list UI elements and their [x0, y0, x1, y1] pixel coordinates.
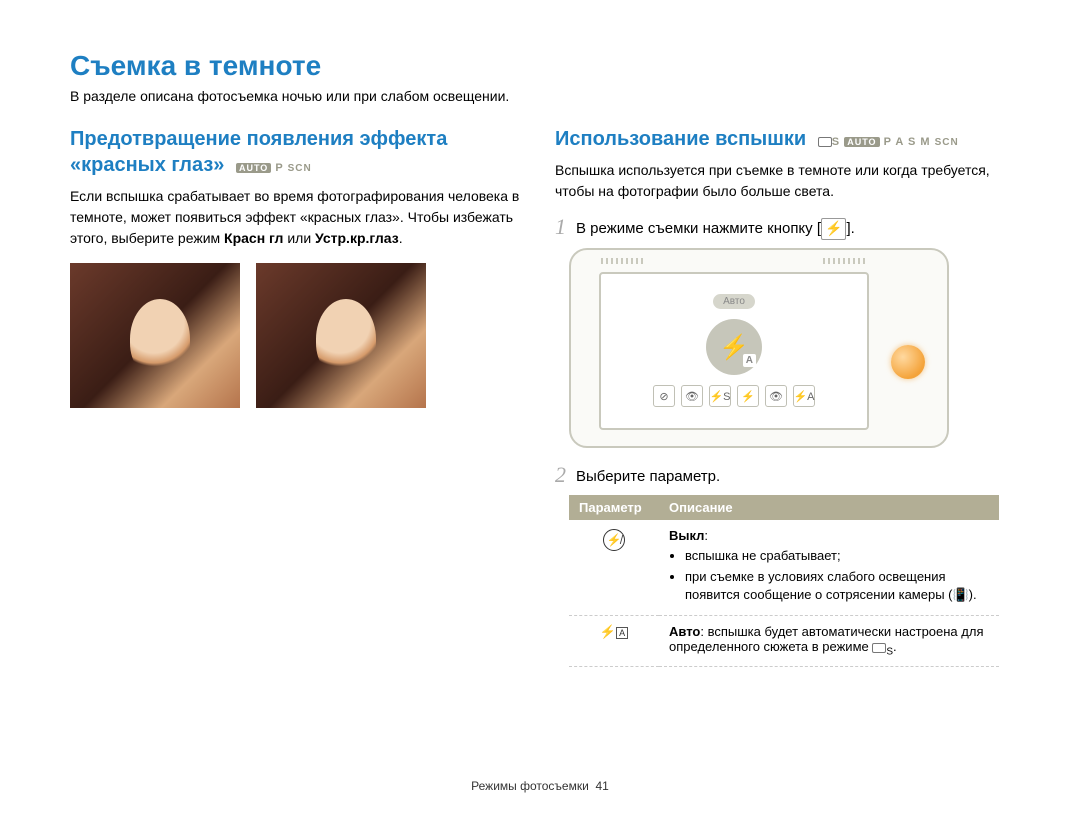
smart-mode-icon	[872, 643, 886, 653]
flash-button-icon: ⚡	[821, 218, 846, 240]
footer-page-number: 41	[595, 779, 608, 793]
flash-heading: Использование вспышки S AUTO P A S M SCN	[555, 126, 1010, 152]
flash-opt-redeye-icon: 👁	[681, 385, 703, 407]
param-auto-suffix: S	[886, 647, 893, 658]
param-auto-desc: Авто: вспышка будет автоматически настро…	[659, 616, 999, 667]
redeye-heading: Предотвращение появления эффекта «красны…	[70, 126, 525, 178]
photo-redeye-after	[256, 263, 426, 408]
table-row: ⚡A Авто: вспышка будет автоматически нас…	[569, 616, 999, 667]
flash-opt-off-icon: ⊘	[653, 385, 675, 407]
step-1-text-a: В режиме съемки нажмите кнопку [	[576, 220, 821, 237]
flash-heading-text: Использование вспышки	[555, 128, 806, 150]
left-column: Предотвращение появления эффекта «красны…	[70, 126, 525, 667]
nav-pad-highlight	[891, 345, 925, 379]
step-2-number: 2	[555, 464, 566, 486]
redeye-mode-2: Устр.кр.глаз	[315, 230, 399, 246]
th-param: Параметр	[569, 495, 659, 520]
param-off-bullet-2: при съемке в условиях слабого освещения …	[685, 568, 989, 603]
param-off-title: Выкл	[669, 528, 704, 543]
step-1-text-b: ].	[846, 220, 854, 237]
flash-intro: Вспышка используется при съемке в темнот…	[555, 160, 1010, 202]
step-1-text: В режиме съемки нажмите кнопку [⚡].	[576, 216, 855, 240]
page-subtitle: В разделе описана фотосъемка ночью или п…	[70, 88, 1010, 104]
th-desc: Описание	[659, 495, 999, 520]
flash-auto-big-icon: ⚡	[706, 319, 762, 375]
photo-redeye-before	[70, 263, 240, 408]
camera-grille-right	[823, 258, 867, 264]
flash-opt-auto-icon: ⚡A	[793, 385, 815, 407]
page-title: Съемка в темноте	[70, 50, 1010, 82]
param-off-desc: Выкл: вспышка не срабатывает; при съемке…	[659, 520, 999, 616]
redeye-body-mid: или	[283, 230, 315, 246]
flash-opt-fill-icon: ⚡	[737, 385, 759, 407]
redeye-body-end: .	[399, 230, 403, 246]
flash-opt-slow-icon: ⚡S	[709, 385, 731, 407]
camera-grille-left	[601, 258, 645, 264]
camera-diagram: Авто ⚡ ⊘ 👁 ⚡S ⚡ 👁 ⚡A	[569, 248, 949, 448]
step-2-text: Выберите параметр.	[576, 464, 720, 487]
param-off-icon: ⚡̸	[569, 520, 659, 616]
page-footer: Режимы фотосъемки 41	[0, 779, 1080, 793]
redeye-modes: AUTO P SCN	[236, 162, 312, 174]
camera-screen: Авто ⚡ ⊘ 👁 ⚡S ⚡ 👁 ⚡A	[599, 272, 869, 430]
param-auto-icon: ⚡A	[569, 616, 659, 667]
parameter-table: Параметр Описание ⚡̸ Выкл: вспышка не ср…	[569, 495, 999, 667]
example-photos	[70, 263, 525, 408]
flash-modes: S AUTO P A S M SCN	[818, 136, 959, 148]
screen-mode-label: Авто	[713, 294, 755, 309]
step-2: 2 Выберите параметр.	[555, 464, 1010, 487]
redeye-body: Если вспышка срабатывает во время фотогр…	[70, 186, 525, 249]
redeye-mode-1: Красн гл	[224, 230, 283, 246]
footer-section: Режимы фотосъемки	[471, 779, 589, 793]
step-1-number: 1	[555, 216, 566, 238]
param-auto-text: : вспышка будет автоматически настроена …	[669, 624, 983, 654]
param-off-bullet-2-text: при съемке в условиях слабого освещения …	[685, 569, 977, 602]
table-row: ⚡̸ Выкл: вспышка не срабатывает; при съе…	[569, 520, 999, 616]
param-auto-title: Авто	[669, 624, 700, 639]
flash-opt-redeye2-icon: 👁	[765, 385, 787, 407]
param-off-bullet-1: вспышка не срабатывает;	[685, 547, 989, 565]
right-column: Использование вспышки S AUTO P A S M SCN…	[555, 126, 1010, 667]
step-1: 1 В режиме съемки нажмите кнопку [⚡].	[555, 216, 1010, 240]
flash-option-row: ⊘ 👁 ⚡S ⚡ 👁 ⚡A	[653, 385, 815, 407]
